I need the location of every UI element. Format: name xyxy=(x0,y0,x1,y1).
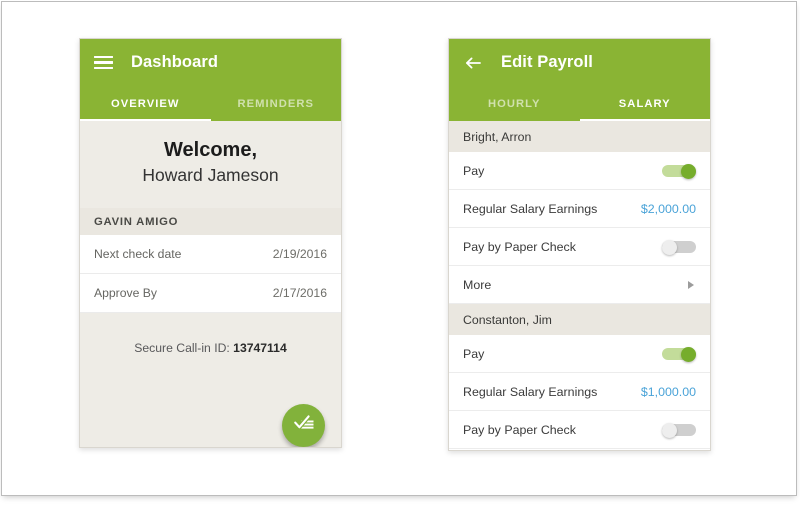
chevron-right-icon xyxy=(688,280,694,289)
list-item[interactable]: Pay xyxy=(449,335,710,373)
toggle-knob xyxy=(662,422,677,438)
screenshot-frame: Dashboard OVERVIEW REMINDERS Welcome, Ho… xyxy=(1,1,797,496)
list-item[interactable]: Pay by Paper Check xyxy=(449,228,710,266)
next-check-date-label: Next check date xyxy=(94,246,182,261)
welcome-greeting: Welcome, xyxy=(164,139,257,161)
list-item[interactable]: More xyxy=(449,266,710,304)
secure-callin-value: 13747114 xyxy=(233,340,287,355)
hamburger-icon[interactable] xyxy=(94,55,113,70)
secure-callin-label: Secure Call-in ID: xyxy=(134,340,230,355)
payroll-phone-panel: Edit Payroll HOURLY SALARY Bright, Arron… xyxy=(448,38,711,451)
tab-reminders-label: REMINDERS xyxy=(237,97,315,110)
tab-salary-label: SALARY xyxy=(618,97,671,110)
tab-reminders[interactable]: REMINDERS xyxy=(211,86,342,121)
back-arrow-icon[interactable] xyxy=(463,53,483,73)
regular-salary-earnings-value[interactable]: $1,000.00 xyxy=(641,385,696,399)
dashboard-phone-panel: Dashboard OVERVIEW REMINDERS Welcome, Ho… xyxy=(79,38,342,448)
page-title: Dashboard xyxy=(131,53,219,71)
toggle-knob xyxy=(681,163,696,179)
table-row[interactable]: Next check date 2/19/2016 xyxy=(80,234,341,274)
table-row[interactable]: Approve By 2/17/2016 xyxy=(80,273,341,313)
welcome-user-name: Howard Jameson xyxy=(142,165,279,185)
more-label: More xyxy=(463,277,492,292)
dashboard-app-bar: Dashboard xyxy=(80,39,341,86)
pay-toggle[interactable] xyxy=(662,163,696,179)
welcome-block: Welcome, Howard Jameson xyxy=(80,121,341,208)
secure-callin-area: Secure Call-in ID: 13747114 xyxy=(80,312,341,447)
list-item[interactable]: Pay by Paper Check xyxy=(449,411,710,449)
approve-check-icon xyxy=(292,413,316,438)
approve-by-label: Approve By xyxy=(94,285,158,300)
payroll-tabs: HOURLY SALARY xyxy=(449,86,710,121)
secure-callin-text: Secure Call-in ID: 13747114 xyxy=(80,313,341,355)
employee-section-header: Bright, Arron xyxy=(449,121,710,152)
tab-hourly-label: HOURLY xyxy=(487,97,541,110)
tab-overview[interactable]: OVERVIEW xyxy=(80,86,211,121)
approve-by-value: 2/17/2016 xyxy=(272,285,327,300)
pay-toggle[interactable] xyxy=(662,346,696,362)
list-item[interactable]: Regular Salary Earnings $2,000.00 xyxy=(449,190,710,228)
payroll-app-bar: Edit Payroll xyxy=(449,39,710,86)
toggle-knob xyxy=(662,239,677,255)
next-check-date-value: 2/19/2016 xyxy=(272,246,327,261)
company-section-header: GAVIN AMIGO xyxy=(80,207,341,235)
list-item[interactable]: Regular Salary Earnings $1,000.00 xyxy=(449,373,710,411)
toggle-knob xyxy=(681,346,696,362)
pay-toggle-label: Pay xyxy=(463,163,485,178)
page-title: Edit Payroll xyxy=(501,53,593,71)
regular-salary-earnings-label: Regular Salary Earnings xyxy=(463,201,598,216)
approve-fab-button[interactable] xyxy=(282,403,325,447)
regular-salary-earnings-value[interactable]: $2,000.00 xyxy=(641,202,696,216)
pay-by-paper-check-toggle[interactable] xyxy=(662,422,696,438)
list-item[interactable]: Pay xyxy=(449,152,710,190)
tab-salary[interactable]: SALARY xyxy=(579,86,711,121)
tab-overview-label: OVERVIEW xyxy=(111,97,180,110)
employee-section-header: Constanton, Jim xyxy=(449,304,710,335)
pay-by-paper-check-label: Pay by Paper Check xyxy=(463,239,576,254)
dashboard-tabs: OVERVIEW REMINDERS xyxy=(80,86,341,121)
tab-hourly[interactable]: HOURLY xyxy=(449,86,580,121)
pay-by-paper-check-toggle[interactable] xyxy=(662,239,696,255)
pay-toggle-label: Pay xyxy=(463,346,485,361)
regular-salary-earnings-label: Regular Salary Earnings xyxy=(463,384,598,399)
pay-by-paper-check-label: Pay by Paper Check xyxy=(463,422,576,437)
